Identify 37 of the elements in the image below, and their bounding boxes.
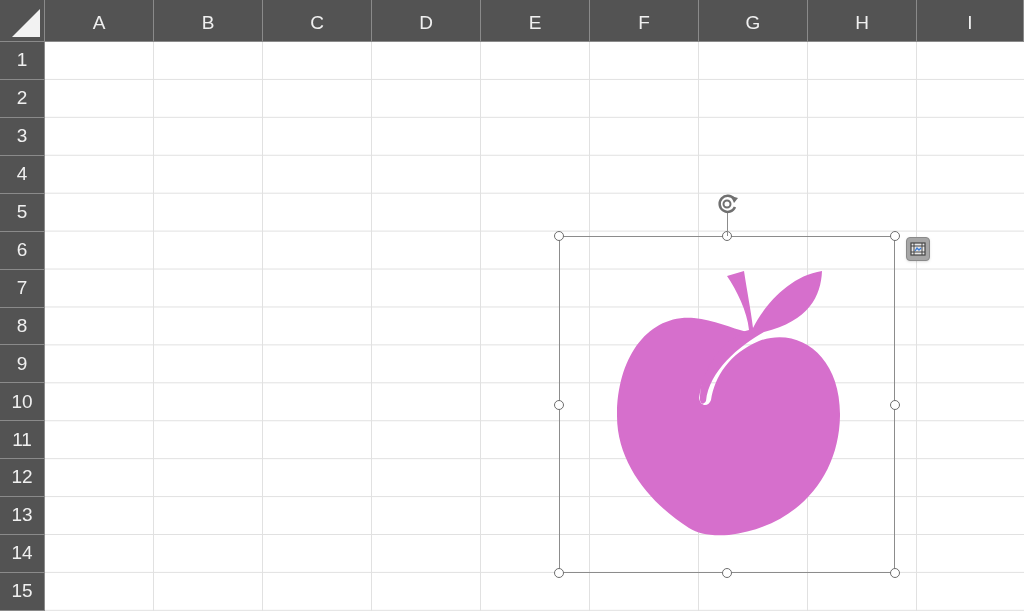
resize-handle[interactable] [890, 568, 900, 578]
resize-handle[interactable] [722, 568, 732, 578]
column-header[interactable]: H [808, 0, 917, 42]
row-header[interactable]: 2 [0, 79, 45, 118]
select-all-button[interactable] [0, 0, 45, 42]
row-header[interactable]: 7 [0, 269, 45, 308]
row-header[interactable]: 1 [0, 42, 45, 80]
row-header[interactable]: 13 [0, 497, 45, 536]
column-header[interactable]: B [154, 0, 263, 42]
layout-options-button[interactable] [906, 237, 930, 261]
row-header[interactable]: 4 [0, 155, 45, 194]
resize-handle[interactable] [890, 399, 900, 410]
column-header[interactable]: F [590, 0, 699, 42]
row-header[interactable]: 11 [0, 421, 45, 460]
row-header[interactable]: 6 [0, 231, 45, 270]
resize-handle[interactable] [554, 231, 564, 241]
picture-frame-icon [910, 242, 926, 256]
resize-handle[interactable] [554, 399, 564, 410]
selection-frame[interactable] [559, 236, 895, 573]
triangle-icon [12, 9, 40, 37]
row-header[interactable]: 5 [0, 193, 45, 232]
row-header[interactable]: 12 [0, 459, 45, 498]
row-header[interactable]: 3 [0, 117, 45, 156]
rotate-handle-icon[interactable] [716, 193, 740, 215]
row-header[interactable]: 14 [0, 535, 45, 574]
row-header[interactable]: 10 [0, 383, 45, 422]
column-header[interactable]: C [263, 0, 372, 42]
column-header[interactable]: I [917, 0, 1024, 42]
column-header[interactable]: D [372, 0, 481, 42]
column-header[interactable]: A [45, 0, 154, 42]
column-header[interactable]: G [699, 0, 808, 42]
row-header[interactable]: 8 [0, 307, 45, 346]
row-header[interactable]: 9 [0, 345, 45, 384]
row-header[interactable]: 15 [0, 573, 45, 611]
resize-handle[interactable] [554, 568, 564, 578]
resize-handle[interactable] [890, 231, 900, 241]
column-header[interactable]: E [481, 0, 590, 42]
